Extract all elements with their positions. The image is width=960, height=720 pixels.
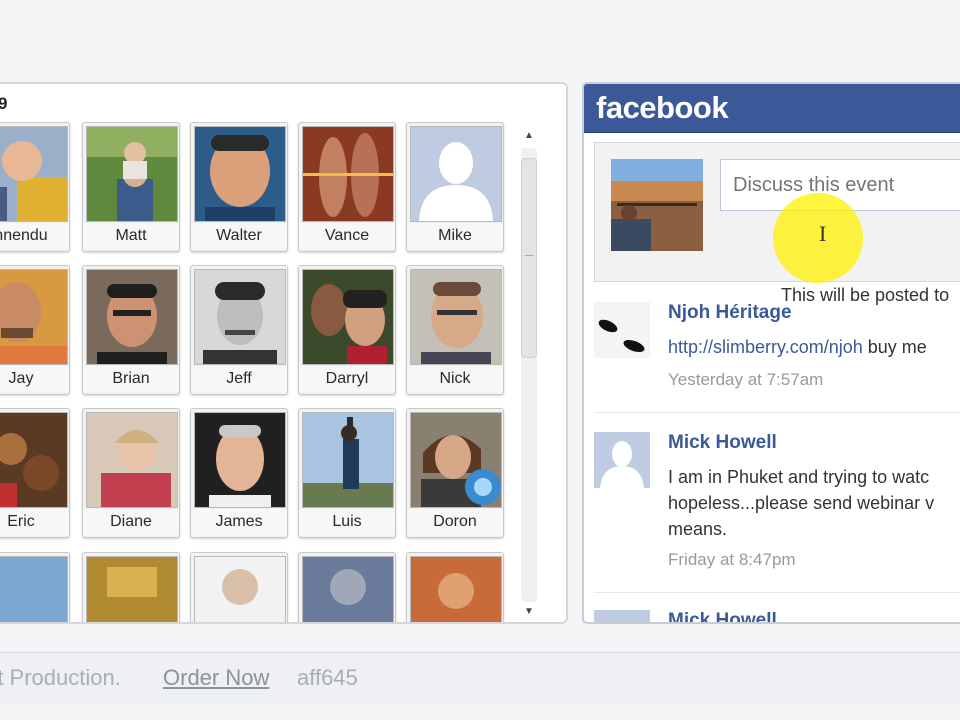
attendee-card[interactable]: Doron: [406, 408, 504, 538]
attendee-card[interactable]: [0, 552, 70, 622]
attendee-name: James: [191, 509, 287, 535]
facebook-panel: facebook I This will be posted to Njoh H…: [582, 82, 960, 624]
attendee-scrollbar[interactable]: ▲ ▼: [518, 126, 540, 622]
attendee-photo: [86, 126, 178, 222]
attendee-grid: nnendu Matt Walter Vance Mike: [0, 122, 512, 622]
attendee-card[interactable]: Nick: [406, 265, 504, 395]
attendee-card[interactable]: Jeff: [190, 265, 288, 395]
attendee-card[interactable]: James: [190, 408, 288, 538]
page-footer: rt Production. Order Now aff645: [0, 652, 960, 705]
attendee-photo: [86, 269, 178, 365]
event-thumbnail: [611, 159, 703, 251]
attendee-photo: [410, 269, 502, 365]
attendee-photo: [0, 126, 68, 222]
attendee-name: Jay: [0, 366, 69, 392]
attendee-name: Jeff: [191, 366, 287, 392]
post-timestamp[interactable]: Yesterday at 7:57am: [668, 370, 823, 390]
post-text: buy me: [862, 337, 927, 357]
post-body: http://slimberry.com/njoh buy me: [668, 334, 960, 360]
wall-post: Njoh Héritage http://slimberry.com/njoh …: [594, 302, 960, 402]
post-url-link[interactable]: http://slimberry.com/njoh: [668, 337, 863, 357]
attendee-photo: [0, 556, 68, 622]
facebook-logo[interactable]: facebook: [596, 90, 729, 126]
attendee-photo: [410, 126, 502, 222]
discuss-event-input[interactable]: [720, 159, 960, 211]
attendee-card[interactable]: Luis: [298, 408, 396, 538]
post-timestamp[interactable]: Friday at 8:47pm: [668, 550, 796, 570]
attendee-card[interactable]: [298, 552, 396, 622]
attendee-photo: [302, 269, 394, 365]
attendee-name: nnendu: [0, 223, 69, 249]
scroll-up-arrow-icon[interactable]: ▲: [518, 126, 540, 146]
post-author-link[interactable]: Mick Howell: [668, 432, 777, 454]
attendee-name: Brian: [83, 366, 179, 392]
attendee-count: 9: [0, 94, 7, 114]
post-body: I am in Phuket and trying to watc hopele…: [668, 464, 960, 542]
attendee-card[interactable]: Eric: [0, 408, 70, 538]
attendee-photo: [194, 126, 286, 222]
attendee-card[interactable]: Mike: [406, 122, 504, 252]
post-avatar[interactable]: [594, 610, 650, 622]
post-text-line: hopeless...please send webinar v: [668, 493, 935, 513]
wall-post: Mick Howell: [594, 610, 960, 622]
attendee-name: Darryl: [299, 366, 395, 392]
post-author-link[interactable]: Mick Howell: [668, 610, 777, 622]
affiliate-code: aff645: [297, 665, 358, 690]
post-avatar[interactable]: [594, 432, 650, 488]
scroll-thumb[interactable]: [521, 158, 537, 358]
attendee-photo: [194, 269, 286, 365]
attendee-photo: [86, 412, 178, 508]
attendee-name: Doron: [407, 509, 503, 535]
attendee-photo: [302, 126, 394, 222]
post-avatar[interactable]: [594, 302, 650, 358]
footer-production-text: rt Production.: [0, 665, 121, 690]
facebook-header: facebook: [584, 84, 960, 133]
attendee-card[interactable]: Brian: [82, 265, 180, 395]
order-now-link[interactable]: Order Now: [163, 665, 269, 691]
event-composer: I This will be posted to: [594, 142, 960, 305]
attendee-photo: [194, 412, 286, 508]
attendee-photo: [0, 412, 68, 508]
attendee-name: Vance: [299, 223, 395, 249]
text-cursor-icon: I: [819, 221, 827, 246]
post-text-line: I am in Phuket and trying to watc: [668, 467, 930, 487]
wall-post: Mick Howell I am in Phuket and trying to…: [594, 432, 960, 582]
attendee-photo: [194, 556, 286, 622]
attendee-name: Luis: [299, 509, 395, 535]
post-divider: [594, 592, 960, 593]
attendee-name: Eric: [0, 509, 69, 535]
post-divider: [594, 412, 960, 413]
attendee-name: Nick: [407, 366, 503, 392]
attendee-name: Walter: [191, 223, 287, 249]
attendee-photo: [410, 556, 502, 622]
attendee-card[interactable]: Jay: [0, 265, 70, 395]
attendee-photo: [302, 556, 394, 622]
post-author-link[interactable]: Njoh Héritage: [668, 302, 792, 324]
attendee-photo: [0, 269, 68, 365]
attendee-card[interactable]: Vance: [298, 122, 396, 252]
attendee-card[interactable]: Matt: [82, 122, 180, 252]
post-text-line: means.: [668, 519, 728, 539]
attendee-photo: [302, 412, 394, 508]
attendee-card[interactable]: Diane: [82, 408, 180, 538]
attendee-panel: 9 nnendu Matt Walter Vance: [0, 82, 568, 624]
attendee-card[interactable]: [190, 552, 288, 622]
scroll-down-arrow-icon[interactable]: ▼: [518, 602, 540, 622]
attendee-card[interactable]: nnendu: [0, 122, 70, 252]
attendee-card[interactable]: [82, 552, 180, 622]
attendee-photo: [410, 412, 502, 508]
attendee-card[interactable]: Darryl: [298, 265, 396, 395]
attendee-card[interactable]: [406, 552, 504, 622]
attendee-name: Mike: [407, 223, 503, 249]
attendee-card[interactable]: Walter: [190, 122, 288, 252]
attendee-photo: [86, 556, 178, 622]
attendee-name: Diane: [83, 509, 179, 535]
attendee-name: Matt: [83, 223, 179, 249]
